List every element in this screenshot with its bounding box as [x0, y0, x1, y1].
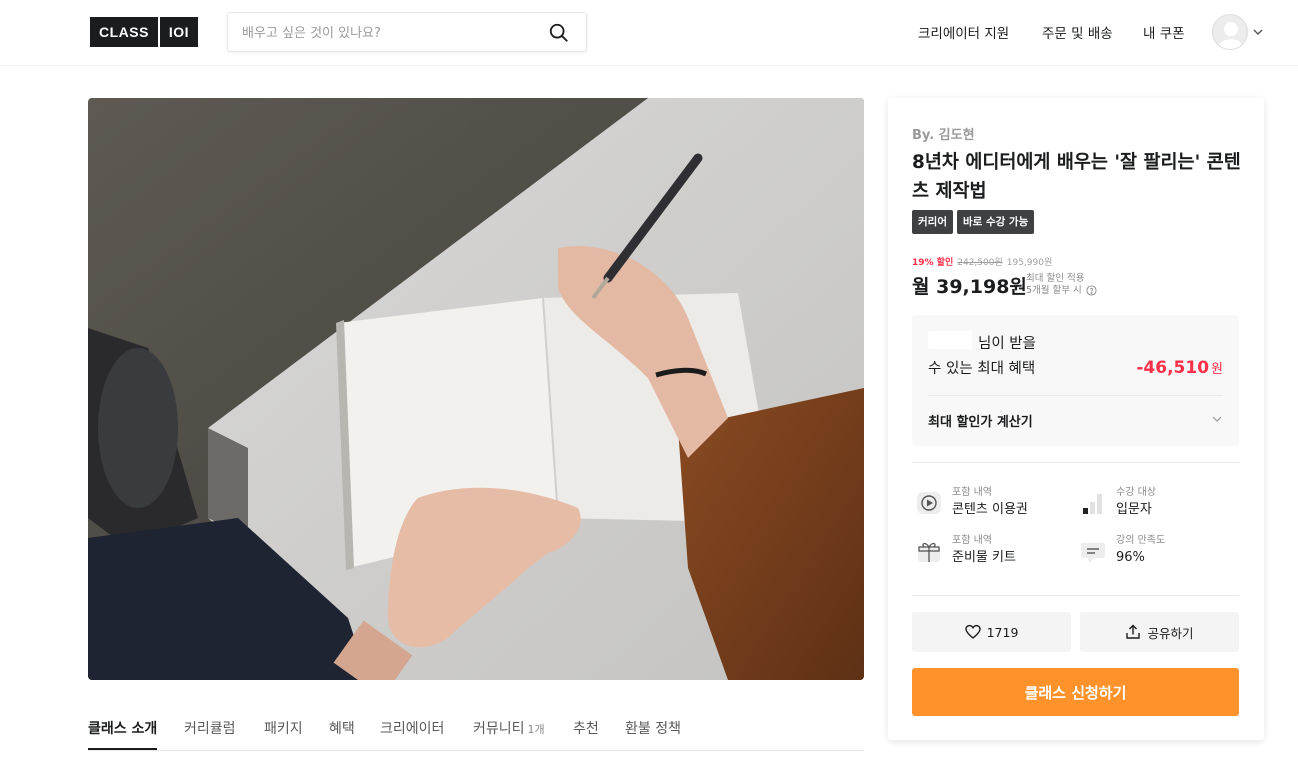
like-button[interactable]: 1719: [912, 612, 1071, 652]
nav-creator-support[interactable]: 크리에이터 지원: [918, 22, 1009, 42]
price-note: 최대 할인 적용 5개월 할부 시: [1026, 273, 1097, 297]
share-icon: [1126, 624, 1141, 639]
logo-left: CLASS: [90, 17, 158, 47]
info-satisfaction: 강의 만족도 96%: [1078, 534, 1165, 568]
tab-label: 환불 정책: [625, 721, 681, 737]
tag-career: 커리어: [912, 210, 953, 234]
tag-available-now: 바로 수강 가능: [956, 210, 1035, 234]
chevron-down-icon[interactable]: [1252, 26, 1264, 38]
class-title: 8년차 에디터에게 배우는 '잘 팔리는' 콘텐츠 제작법: [912, 152, 1241, 202]
nav-coupons[interactable]: 내 쿠폰: [1143, 22, 1185, 42]
apply-class-button[interactable]: 클래스 신청하기: [912, 668, 1239, 716]
tab-refund-policy[interactable]: 환불 정책: [625, 718, 681, 750]
info-label: 강의 만족도: [1116, 535, 1166, 546]
info-label: 수강 대상: [1116, 487, 1156, 498]
info-included-kit: 포함 내역 준비물 키트: [914, 534, 1016, 568]
max-benefit-box: 님이 받을 수 있는 최대 혜택 -46,510 원 최대 할인가 계산기: [912, 315, 1239, 446]
writing-notebook-photo: [88, 98, 864, 680]
installment-text: 5개월 할부 시: [1026, 285, 1082, 296]
search-icon[interactable]: [548, 22, 570, 44]
search-input[interactable]: [242, 22, 532, 44]
avatar[interactable]: [1212, 14, 1248, 50]
discount-line: 19% 할인 242,500원 195,990원: [912, 255, 1052, 268]
info-value: 콘텐츠 이용권: [952, 502, 1028, 517]
heart-icon: [964, 624, 981, 639]
tab-community[interactable]: 커뮤니티 1개: [473, 718, 545, 750]
original-price: 242,500원: [957, 258, 1003, 268]
user-icon: [1213, 15, 1247, 49]
benefit-amount-value: -46,510: [1136, 358, 1210, 378]
benefit-amount: -46,510 원: [1136, 358, 1223, 378]
chevron-down-icon[interactable]: [1211, 413, 1223, 425]
info-value: 입문자: [1116, 502, 1152, 517]
tab-label: 패키지: [264, 721, 303, 737]
class-hero-image: [88, 98, 864, 680]
tab-curriculum[interactable]: 커리큘럼: [184, 718, 236, 750]
level-bars-icon: [1083, 494, 1102, 514]
tab-label: 추천: [573, 721, 599, 737]
benefit-line2: 수 있는 최대 혜택: [928, 361, 1036, 377]
info-value: 96%: [1116, 550, 1145, 565]
tab-benefits[interactable]: 혜택: [329, 718, 355, 750]
class-purchase-card: By. 김도현 8년차 에디터에게 배우는 '잘 팔리는' 콘텐츠 제작법 커리…: [888, 98, 1264, 740]
help-circle-icon[interactable]: [1086, 285, 1097, 296]
search-box: [227, 12, 587, 52]
tab-count: 1개: [527, 723, 545, 736]
tab-recommend[interactable]: 추천: [573, 718, 599, 750]
info-label: 포함 내역: [952, 535, 992, 546]
discount-percent: 19% 할인: [912, 258, 954, 268]
nav-orders[interactable]: 주문 및 배송: [1042, 22, 1113, 42]
like-count: 1719: [986, 624, 1019, 640]
monthly-price: 월 39,198원: [912, 276, 1027, 298]
discount-calculator-toggle[interactable]: 최대 할인가 계산기: [928, 411, 1033, 430]
tab-label: 커리큘럼: [184, 721, 236, 737]
gift-icon: [918, 542, 940, 562]
creator-byline[interactable]: By. 김도현: [912, 124, 975, 143]
divider: [912, 595, 1239, 596]
info-label: 포함 내역: [952, 487, 992, 498]
divider: [912, 462, 1239, 463]
info-target-level: 수강 대상 입문자: [1078, 486, 1156, 520]
info-included-contents: 포함 내역 콘텐츠 이용권: [914, 486, 1028, 520]
price-note-installment: 5개월 할부 시: [1026, 285, 1097, 297]
info-value: 준비물 키트: [952, 550, 1016, 565]
price-note-max: 최대 할인 적용: [1026, 273, 1085, 284]
class101-logo[interactable]: CLASS IOI: [90, 17, 198, 47]
class-tabs: 클래스 소개 커리큘럼 패키지 혜택 크리에이터 커뮤니티 1개 추천 환불 정책: [88, 706, 864, 751]
tab-package[interactable]: 패키지: [264, 718, 303, 750]
tab-label: 클래스 소개: [88, 721, 158, 737]
tab-creator[interactable]: 크리에이터: [380, 718, 444, 750]
tab-label: 커뮤니티: [473, 721, 525, 737]
benefit-line1: 님이 받을: [978, 336, 1036, 352]
play-icon: [917, 492, 941, 514]
tag-list: 커리어 바로 수강 가능: [912, 210, 1035, 234]
logo-right: IOI: [160, 17, 198, 47]
share-button[interactable]: 공유하기: [1080, 612, 1239, 652]
share-label: 공유하기: [1147, 625, 1194, 641]
tab-class-intro[interactable]: 클래스 소개: [88, 718, 158, 750]
top-header: CLASS IOI 크리에이터 지원 주문 및 배송 내 쿠폰: [0, 0, 1298, 66]
tab-label: 혜택: [329, 721, 355, 737]
sale-price: 195,990원: [1006, 258, 1053, 268]
masked-username: [928, 331, 972, 349]
benefit-unit: 원: [1211, 362, 1223, 377]
divider: [928, 395, 1223, 396]
tab-label: 크리에이터: [380, 721, 445, 737]
comment-icon: [1081, 543, 1105, 563]
